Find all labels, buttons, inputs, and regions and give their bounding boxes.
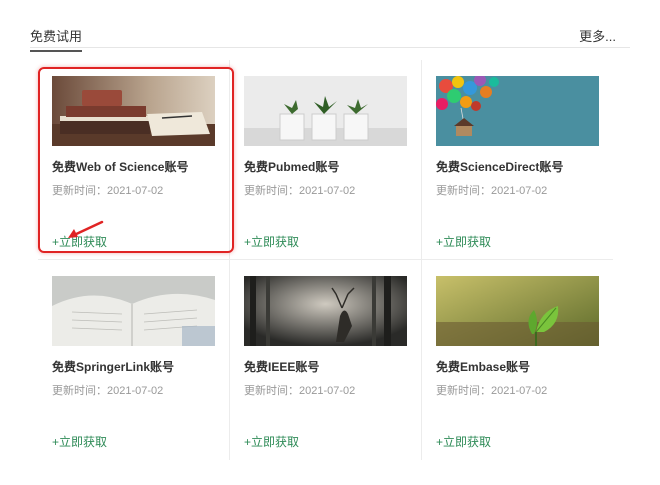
balloon-house-image[interactable] xyxy=(436,76,599,146)
leaf-image[interactable] xyxy=(436,276,599,346)
card-title[interactable]: 免费SpringerLink账号 xyxy=(52,358,174,375)
card-update-time: 更新时间：2021-07-02 xyxy=(436,385,548,397)
card-title[interactable]: 免费Pubmed账号 xyxy=(244,158,339,175)
get-now-link[interactable]: +立即获取 xyxy=(244,233,299,250)
get-now-link[interactable]: +立即获取 xyxy=(436,433,491,450)
trial-card[interactable]: 免费Pubmed账号 更新时间：2021-07-02 +立即获取 xyxy=(230,60,420,250)
trial-card[interactable]: 免费IEEE账号 更新时间：2021-07-02 +立即获取 xyxy=(230,260,420,450)
card-title[interactable]: 免费Embase账号 xyxy=(436,358,530,375)
trial-card[interactable]: 免费Embase账号 更新时间：2021-07-02 +立即获取 xyxy=(422,260,612,450)
card-title[interactable]: 免费ScienceDirect账号 xyxy=(436,158,563,175)
card-update-time: 更新时间：2021-07-02 xyxy=(244,185,356,197)
card-update-time: 更新时间：2021-07-02 xyxy=(52,385,164,397)
card-update-time: 更新时间：2021-07-02 xyxy=(436,185,548,197)
section-header: 免费试用 更多... xyxy=(30,20,630,52)
open-book-image[interactable] xyxy=(52,276,215,346)
card-title[interactable]: 免费IEEE账号 xyxy=(244,358,319,375)
more-link[interactable]: 更多... xyxy=(579,26,616,45)
card-update-time: 更新时间：2021-07-02 xyxy=(244,385,356,397)
plants-image[interactable] xyxy=(244,76,407,146)
get-now-link[interactable]: +立即获取 xyxy=(436,233,491,250)
annotation-arrow-icon xyxy=(68,220,104,238)
trial-card[interactable]: 免费ScienceDirect账号 更新时间：2021-07-02 +立即获取 xyxy=(422,60,612,250)
section-title: 免费试用 xyxy=(30,26,83,52)
deer-forest-image[interactable] xyxy=(244,276,407,346)
get-now-link[interactable]: +立即获取 xyxy=(244,433,299,450)
trial-card[interactable]: 免费SpringerLink账号 更新时间：2021-07-02 +立即获取 xyxy=(38,260,228,450)
get-now-link[interactable]: +立即获取 xyxy=(52,433,107,450)
